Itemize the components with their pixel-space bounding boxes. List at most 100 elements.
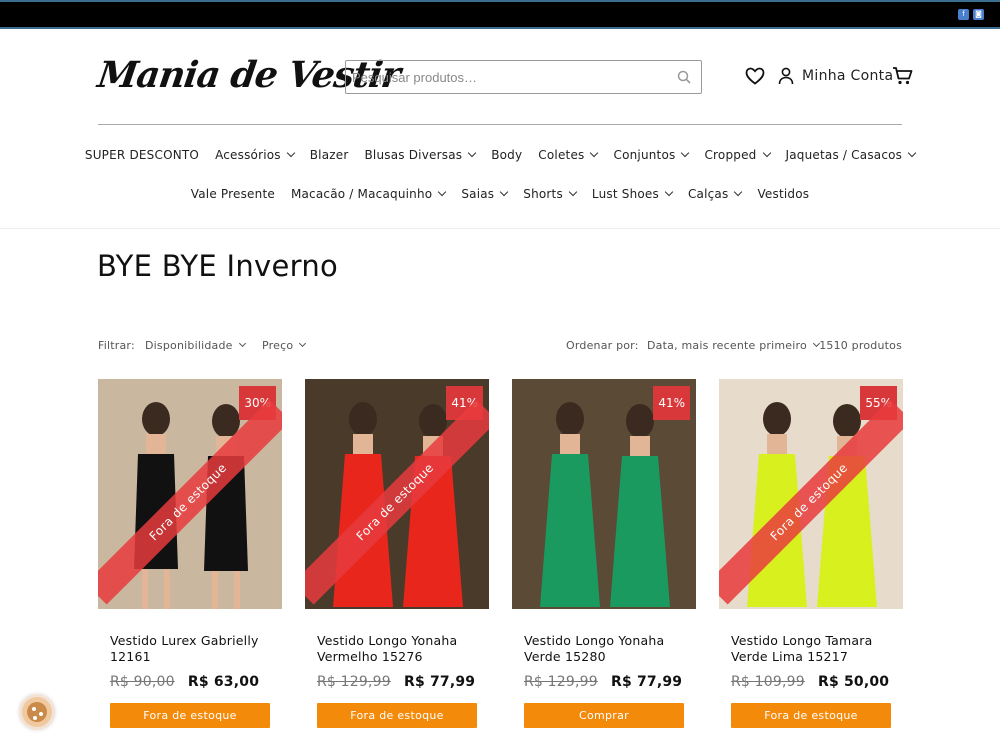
filter-label: Filtrar: (98, 339, 135, 352)
nav-item-cropped[interactable]: Cropped (696, 148, 777, 162)
search-input[interactable] (346, 61, 656, 93)
price-filter[interactable]: Preço (262, 339, 307, 352)
product-count: 1510 produtos (819, 339, 902, 352)
product-prices: R$ 109,99 R$ 50,00 (731, 671, 889, 690)
product-image[interactable]: 41% (512, 379, 696, 609)
product-name[interactable]: Vestido Longo Tamara Verde Lima 15217 (731, 633, 896, 665)
section-divider (0, 228, 1000, 229)
cookie-consent-button[interactable] (19, 694, 55, 730)
product-image[interactable]: 41% Fora de estoque (305, 379, 489, 609)
sort-select[interactable]: Data, mais recente primeiro (647, 339, 820, 352)
cart-icon[interactable] (892, 66, 913, 85)
nav-item-label: Coletes (538, 148, 585, 162)
account-user-icon[interactable] (778, 67, 794, 85)
nav-item-blusas-diversas[interactable]: Blusas Diversas (357, 148, 484, 162)
availability-filter[interactable]: Disponibilidade (145, 339, 246, 352)
nav-item-cal-as[interactable]: Calças (680, 187, 749, 201)
nav-item-blazer[interactable]: Blazer (302, 148, 357, 162)
account-link[interactable]: Minha Conta (802, 68, 893, 84)
out-of-stock-button[interactable]: Fora de estoque (317, 703, 477, 728)
out-of-stock-button[interactable]: Fora de estoque (731, 703, 891, 728)
nav-item-label: Blazer (309, 148, 349, 162)
cookie-icon (27, 702, 47, 722)
product-name[interactable]: Vestido Longo Yonaha Vermelho 15276 (317, 633, 482, 665)
sale-price: R$ 77,99 (403, 674, 476, 690)
chevron-down-icon (500, 187, 509, 197)
product-prices: R$ 129,99 R$ 77,99 (524, 671, 682, 690)
cookie-chip (32, 707, 36, 711)
nav-item-label: Cropped (704, 148, 757, 162)
nav-item-label: Macacão / Macaquinho (290, 187, 433, 201)
nav-item-label: Conjuntos (613, 148, 676, 162)
product-card[interactable]: 55% Fora de estoque Vestido Longo Tamara… (719, 379, 903, 728)
product-name[interactable]: Vestido Longo Yonaha Verde 15280 (524, 633, 689, 665)
sort-label: Ordenar por: (566, 339, 639, 352)
old-price: R$ 129,99 (317, 674, 391, 690)
chevron-down-icon (438, 187, 447, 197)
product-prices: R$ 129,99 R$ 77,99 (317, 671, 475, 690)
nav-item-lust-shoes[interactable]: Lust Shoes (584, 187, 680, 201)
nav-item-label: Acessórios (215, 148, 281, 162)
old-price: R$ 129,99 (524, 674, 598, 690)
chevron-down-icon (286, 148, 295, 158)
old-price: R$ 90,00 (110, 674, 175, 690)
chevron-down-icon (238, 339, 246, 348)
nav-item-vale-presente[interactable]: Vale Presente (183, 187, 283, 201)
product-card[interactable]: 41% Fora de estoque Vestido Longo Yonaha… (305, 379, 489, 728)
search-icon[interactable] (677, 70, 691, 84)
nav-item-acess-rios[interactable]: Acessórios (207, 148, 302, 162)
nav-item-label: Body (491, 148, 523, 162)
nav-item-label: Vale Presente (190, 187, 275, 201)
nav-item-label: Blusas Diversas (364, 148, 463, 162)
main-nav-row-2: Vale Presente Macacão / Macaquinho Saias Sh… (0, 187, 1000, 201)
product-image[interactable]: 30% Fora de estoque (98, 379, 282, 609)
cookie-chip (33, 716, 37, 720)
old-price: R$ 109,99 (731, 674, 805, 690)
buy-button[interactable]: Comprar (524, 703, 684, 728)
product-image[interactable]: 55% Fora de estoque (719, 379, 903, 609)
header-divider (98, 124, 902, 125)
chevron-down-icon (568, 187, 578, 197)
nav-item-vestidos[interactable]: Vestidos (749, 187, 817, 201)
facebook-icon[interactable]: f (958, 9, 969, 20)
nav-item-macac-o-macaquinho[interactable]: Macacão / Macaquinho (283, 187, 453, 201)
sale-price: R$ 63,00 (187, 674, 260, 690)
nav-item-label: Vestidos (757, 187, 810, 201)
chevron-down-icon (907, 148, 917, 158)
wishlist-heart-icon[interactable] (745, 67, 765, 85)
product-prices: R$ 90,00 R$ 63,00 (110, 671, 259, 690)
nav-item-label: SUPER DESCONTO (84, 148, 200, 162)
nav-item-coletes[interactable]: Coletes (530, 148, 605, 162)
product-card[interactable]: 30% Fora de estoque Vestido Lurex Gabrie… (98, 379, 282, 728)
main-nav-row-1: SUPER DESCONTO Acessórios Blazer Blusas Div… (0, 148, 1000, 162)
sale-price: R$ 77,99 (610, 674, 683, 690)
nav-item-label: Shorts (523, 187, 563, 201)
discount-badge: 41% (653, 386, 690, 420)
nav-item-label: Lust Shoes (591, 187, 659, 201)
chevron-down-icon (590, 148, 599, 158)
chevron-down-icon (664, 187, 674, 197)
sale-price: R$ 50,00 (817, 674, 890, 690)
announcement-bar: f ◙ (0, 0, 1000, 29)
nav-item-label: Saias (461, 187, 495, 201)
chevron-down-icon (467, 148, 477, 158)
out-of-stock-button[interactable]: Fora de estoque (110, 703, 270, 728)
nav-item-super-desconto[interactable]: SUPER DESCONTO (77, 148, 207, 162)
product-card[interactable]: 41% Vestido Longo Yonaha Verde 15280 R$ … (512, 379, 696, 728)
collection-title: BYE BYE Inverno (97, 249, 339, 283)
chevron-down-icon (762, 148, 771, 158)
nav-item-jaquetas-casacos[interactable]: Jaquetas / Casacos (778, 148, 924, 162)
nav-item-saias[interactable]: Saias (453, 187, 515, 201)
chevron-down-icon (681, 148, 690, 158)
nav-item-label: Jaquetas / Casacos (785, 148, 903, 162)
nav-item-shorts[interactable]: Shorts (515, 187, 584, 201)
product-name[interactable]: Vestido Lurex Gabrielly 12161 (110, 633, 275, 665)
instagram-icon[interactable]: ◙ (973, 9, 984, 20)
chevron-down-icon (734, 187, 743, 197)
chevron-down-icon (299, 339, 307, 348)
cookie-chip (39, 712, 43, 716)
nav-item-label: Calças (687, 187, 729, 201)
search-box[interactable] (345, 60, 702, 94)
nav-item-body[interactable]: Body (483, 148, 530, 162)
nav-item-conjuntos[interactable]: Conjuntos (605, 148, 696, 162)
